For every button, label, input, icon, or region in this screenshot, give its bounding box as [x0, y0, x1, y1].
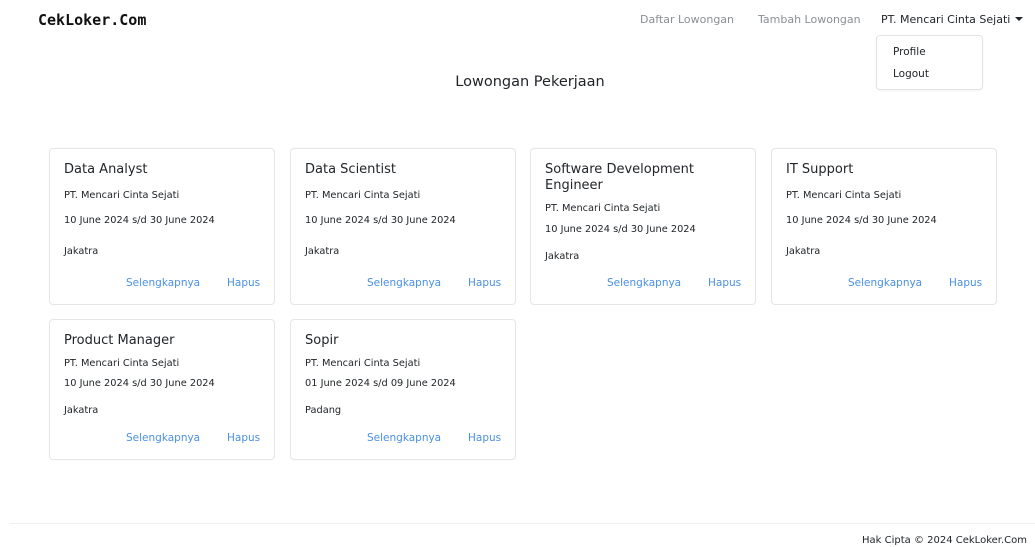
- job-location: Jakatra: [305, 246, 340, 257]
- job-title: Data Scientist: [305, 162, 396, 177]
- delete-link[interactable]: Hapus: [949, 277, 982, 289]
- job-title: IT Support: [786, 162, 854, 177]
- detail-link[interactable]: Selengkapnya: [848, 277, 922, 289]
- job-period: 10 June 2024 s/d 30 June 2024: [305, 215, 456, 226]
- job-company: PT. Mencari Cinta Sejati: [305, 358, 421, 369]
- detail-link[interactable]: Selengkapnya: [126, 277, 200, 289]
- delete-link[interactable]: Hapus: [468, 432, 501, 444]
- job-card: IT Support PT. Mencari Cinta Sejati 10 J…: [771, 148, 997, 305]
- job-period: 01 June 2024 s/d 09 June 2024: [305, 378, 456, 389]
- page-title: Lowongan Pekerjaan: [455, 74, 605, 90]
- job-company: PT. Mencari Cinta Sejati: [64, 190, 180, 201]
- job-company: PT. Mencari Cinta Sejati: [305, 190, 421, 201]
- delete-link[interactable]: Hapus: [227, 277, 260, 289]
- detail-link[interactable]: Selengkapnya: [367, 432, 441, 444]
- delete-link[interactable]: Hapus: [468, 277, 501, 289]
- job-title: Product Manager: [64, 333, 175, 348]
- job-period: 10 June 2024 s/d 30 June 2024: [64, 215, 215, 226]
- job-company: PT. Mencari Cinta Sejati: [545, 203, 661, 214]
- job-card: Software Development Engineer PT. Mencar…: [530, 148, 756, 305]
- job-location: Jakatra: [64, 405, 99, 416]
- user-name: PT. Mencari Cinta Sejati: [881, 13, 1011, 26]
- job-company: PT. Mencari Cinta Sejati: [786, 190, 902, 201]
- job-title: Sopir: [305, 333, 339, 348]
- job-period: 10 June 2024 s/d 30 June 2024: [545, 224, 696, 235]
- job-company: PT. Mencari Cinta Sejati: [64, 358, 180, 369]
- job-card: Data Analyst PT. Mencari Cinta Sejati 10…: [49, 148, 275, 305]
- detail-link[interactable]: Selengkapnya: [126, 432, 200, 444]
- job-location: Padang: [305, 405, 342, 416]
- job-location: Jakatra: [64, 246, 99, 257]
- footer-divider: [10, 523, 1035, 524]
- delete-link[interactable]: Hapus: [227, 432, 260, 444]
- detail-link[interactable]: Selengkapnya: [367, 277, 441, 289]
- job-period: 10 June 2024 s/d 30 June 2024: [64, 378, 215, 389]
- job-card: Sopir PT. Mencari Cinta Sejati 01 June 2…: [290, 319, 516, 460]
- caret-down-icon: [1015, 17, 1024, 21]
- brand-logo[interactable]: CekLoker.Com: [38, 11, 146, 29]
- job-period: 10 June 2024 s/d 30 June 2024: [786, 215, 937, 226]
- nav-tambah-lowongan[interactable]: Tambah Lowongan: [758, 13, 861, 26]
- job-title: Software Development Engineer: [545, 162, 694, 193]
- job-card: Product Manager PT. Mencari Cinta Sejati…: [49, 319, 275, 460]
- footer-copyright: Hak Cipta © 2024 CekLoker.Com: [862, 535, 1027, 546]
- nav-daftar-lowongan[interactable]: Daftar Lowongan: [640, 13, 734, 26]
- detail-link[interactable]: Selengkapnya: [607, 277, 681, 289]
- job-title: Data Analyst: [64, 162, 148, 177]
- dropdown-item-profile[interactable]: Profile: [893, 46, 926, 58]
- job-card: Data Scientist PT. Mencari Cinta Sejati …: [290, 148, 516, 305]
- navbar: CekLoker.Com Daftar Lowongan Tambah Lowo…: [0, 0, 1035, 40]
- job-location: Jakatra: [786, 246, 821, 257]
- user-dropdown-toggle[interactable]: PT. Mencari Cinta Sejati: [881, 13, 1024, 26]
- job-location: Jakatra: [545, 251, 580, 262]
- delete-link[interactable]: Hapus: [708, 277, 741, 289]
